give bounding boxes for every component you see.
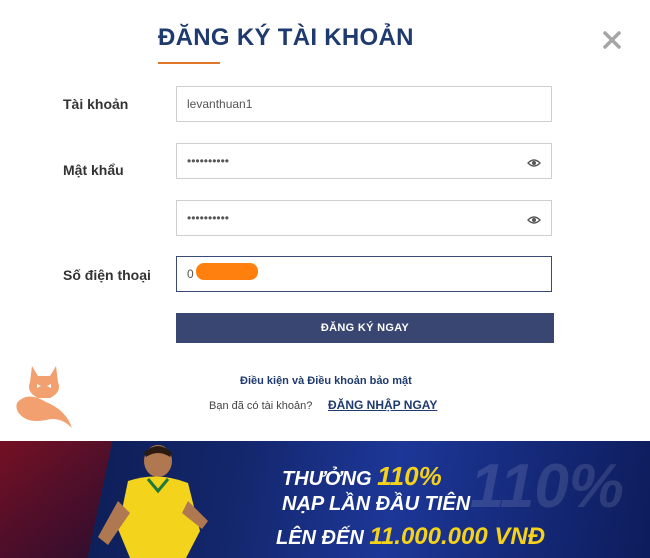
redaction-mark [196,263,258,280]
password-label: Mật khẩu [63,162,124,178]
fox-logo-icon [16,366,72,428]
banner-line-1: THƯỞNG 110% [282,461,442,492]
promo-banner[interactable]: 110% THƯỞNG 110% NẠP LẦN ĐẦU TIÊN LÊN ĐẾ… [0,441,650,558]
terms-link[interactable]: Điều kiện và Điều khoản bảo mật [240,375,412,387]
password-field-wrapper [176,143,552,179]
username-field-wrapper [176,86,552,122]
username-label: Tài khoản [63,96,129,112]
banner-line-3: LÊN ĐẾN 11.000.000 VNĐ [276,523,545,551]
password-input[interactable] [177,144,507,178]
have-account-text: Bạn đã có tài khoản? [209,400,313,412]
banner-line-1-prefix: THƯỞNG [282,468,372,490]
banner-line-2: NẠP LẦN ĐẦU TIÊN [282,493,471,515]
username-input[interactable] [177,87,507,121]
modal-title: ĐĂNG KÝ TÀI KHOẢN [158,24,414,51]
close-icon[interactable] [598,26,626,54]
banner-line-1-value: 110% [377,461,442,491]
banner-line-3-prefix: LÊN ĐẾN [276,527,364,549]
player-image [98,445,208,558]
confirm-password-field-wrapper [176,200,552,236]
banner-background-text: 110% [470,452,624,521]
eye-icon[interactable] [527,158,541,168]
confirm-password-input[interactable] [177,201,507,235]
eye-icon[interactable] [527,215,541,225]
register-modal: ĐĂNG KÝ TÀI KHOẢN Tài khoản Mật khẩu Số … [0,0,650,558]
title-underline [158,62,220,64]
banner-line-3-value: 11.000.000 VNĐ [369,523,546,550]
login-link[interactable]: ĐĂNG NHẬP NGAY [328,398,437,412]
register-button[interactable]: ĐĂNG KÝ NGAY [176,313,554,343]
phone-label: Số điện thoại [63,267,151,283]
